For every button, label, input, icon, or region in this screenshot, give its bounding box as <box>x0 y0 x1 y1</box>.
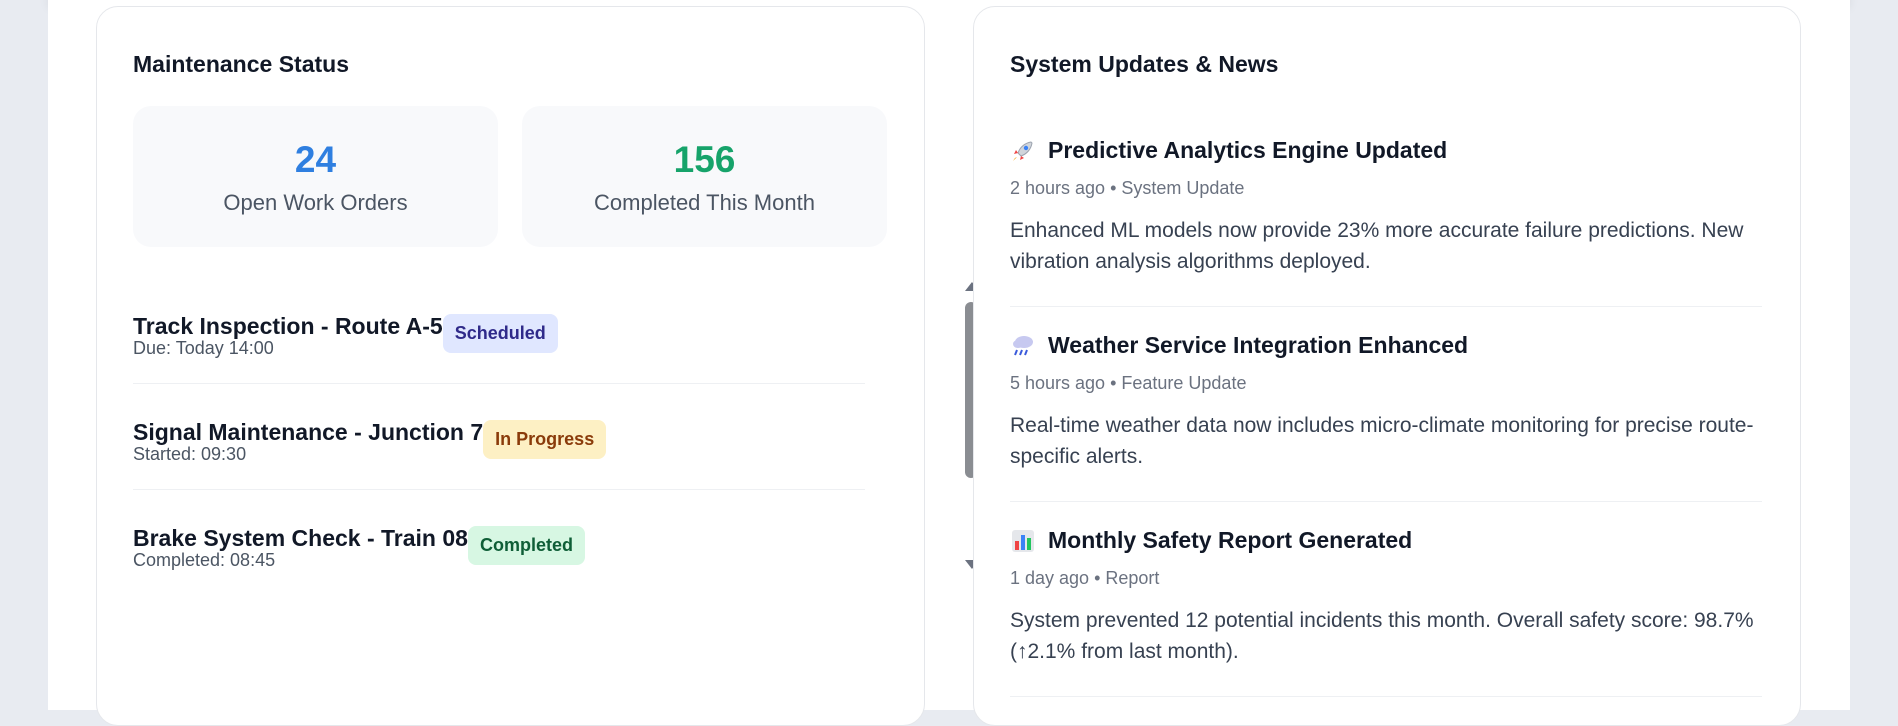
status-badge: Scheduled <box>442 314 558 353</box>
news-body: System prevented 12 potential incidents … <box>1010 609 1754 663</box>
news-item[interactable]: Predictive Analytics Engine Updated 2 ho… <box>1010 137 1762 307</box>
news-item[interactable]: Weather Service Integration Enhanced 5 h… <box>1010 332 1762 502</box>
news-meta: 5 hours ago • Feature Update <box>1010 373 1247 393</box>
status-badge: In Progress <box>483 420 607 459</box>
news-title[interactable]: Monthly Safety Report Generated <box>1048 527 1412 554</box>
stat-label: Open Work Orders <box>223 190 408 215</box>
maintenance-status-card: Maintenance Status 24 Open Work Orders 1… <box>96 6 979 726</box>
list-item[interactable]: Track Inspection - Route A-5 Scheduled D… <box>133 278 865 384</box>
work-order-subtext: Completed: 08:45 <box>133 550 276 570</box>
news-body: Enhanced ML models now provide 23% more … <box>1010 219 1744 273</box>
work-order-title: Track Inspection - Route A-5 <box>133 313 443 339</box>
bar-chart-icon <box>1010 528 1036 554</box>
news-title[interactable]: Predictive Analytics Engine Updated <box>1048 137 1447 164</box>
system-updates-card: System Updates & News Predictive Analyti… <box>973 6 1801 726</box>
work-order-title: Signal Maintenance - Junction 7 <box>133 419 484 445</box>
completed-this-month-stat: 156 Completed This Month <box>522 106 887 247</box>
work-order-list[interactable]: Track Inspection - Route A-5 Scheduled D… <box>133 278 885 578</box>
news-meta: 1 day ago • Report <box>1010 568 1160 588</box>
news-item[interactable]: Monthly Safety Report Generated 1 day ag… <box>1010 527 1762 697</box>
news-body: Real-time weather data now includes micr… <box>1010 414 1754 468</box>
stat-label: Completed This Month <box>594 190 815 215</box>
news-meta: 2 hours ago • System Update <box>1010 178 1245 198</box>
cloud-rain-icon <box>1010 333 1036 359</box>
work-order-subtext: Due: Today 14:00 <box>133 338 274 358</box>
list-item[interactable]: Brake System Check - Train 08 Completed … <box>133 490 865 578</box>
news-title[interactable]: Weather Service Integration Enhanced <box>1048 332 1468 359</box>
status-badge: Completed <box>467 526 585 565</box>
work-order-subtext: Started: 09:30 <box>133 444 247 464</box>
list-item[interactable]: Signal Maintenance - Junction 7 In Progr… <box>133 384 865 490</box>
system-updates-title: System Updates & News <box>1010 51 1279 77</box>
maintenance-status-title: Maintenance Status <box>133 51 349 77</box>
stat-value: 24 <box>294 139 337 180</box>
open-work-orders-stat: 24 Open Work Orders <box>133 106 498 247</box>
rocket-icon <box>1010 138 1036 164</box>
stat-value: 156 <box>673 139 736 180</box>
work-order-title: Brake System Check - Train 08 <box>133 525 468 551</box>
